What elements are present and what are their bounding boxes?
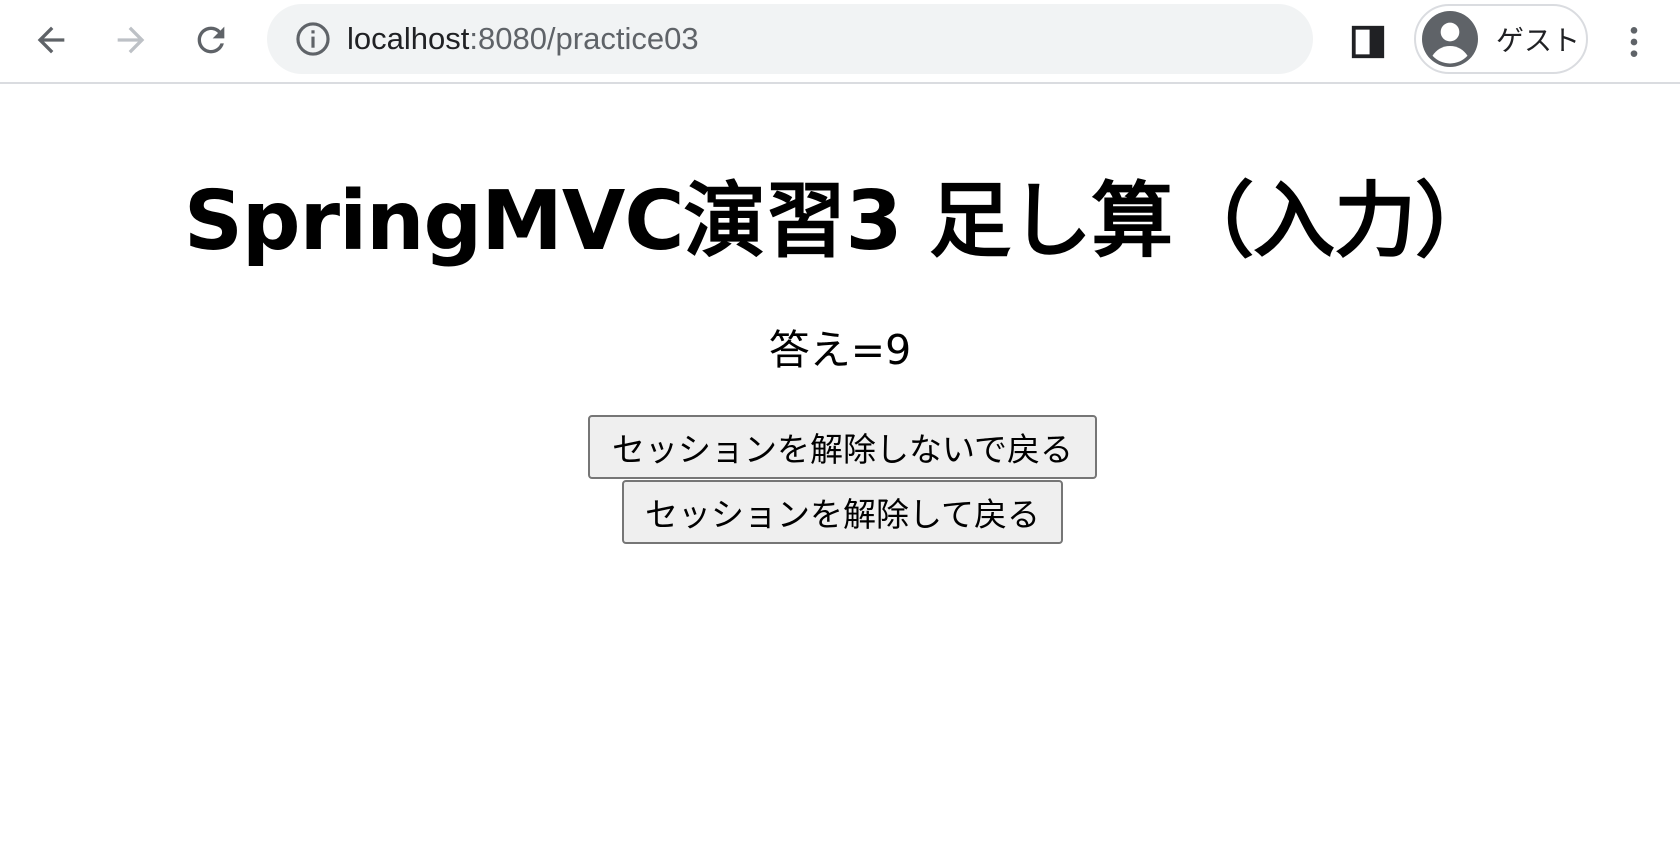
url-host: localhost — [347, 21, 470, 56]
reload-icon — [197, 26, 225, 54]
back-clear-session-button[interactable]: セッションを解除して戻る — [622, 480, 1063, 544]
profile-label: ゲスト — [1496, 24, 1581, 57]
url-path: :8080/practice03 — [469, 21, 699, 56]
forward-button[interactable] — [103, 12, 159, 68]
back-button[interactable] — [23, 12, 79, 68]
back-arrow-icon — [37, 26, 65, 54]
page-title: SpringMVC演習3 足し算（入力） — [183, 174, 1497, 269]
kebab-menu-icon — [1630, 27, 1638, 57]
page-content: SpringMVC演習3 足し算（入力） 答え=9 セッションを解除しないで戻る… — [0, 84, 1680, 850]
site-info-button[interactable] — [293, 19, 333, 59]
profile-button[interactable]: ゲスト — [1414, 4, 1588, 74]
reload-button[interactable] — [183, 12, 239, 68]
url-text[interactable]: localhost:8080/practice03 — [347, 21, 699, 57]
side-panel-icon — [1351, 25, 1385, 59]
info-icon — [296, 22, 330, 56]
browser-toolbar: localhost:8080/practice03 ゲスト — [0, 0, 1680, 84]
browser-menu-button[interactable] — [1612, 16, 1656, 68]
answer-text: 答え=9 — [768, 326, 912, 374]
side-panel-button[interactable] — [1342, 16, 1394, 68]
guest-avatar-icon — [1422, 11, 1478, 67]
address-bar[interactable]: localhost:8080/practice03 — [267, 4, 1313, 74]
back-keep-session-button[interactable]: セッションを解除しないで戻る — [588, 415, 1097, 479]
forward-arrow-icon — [117, 26, 145, 54]
